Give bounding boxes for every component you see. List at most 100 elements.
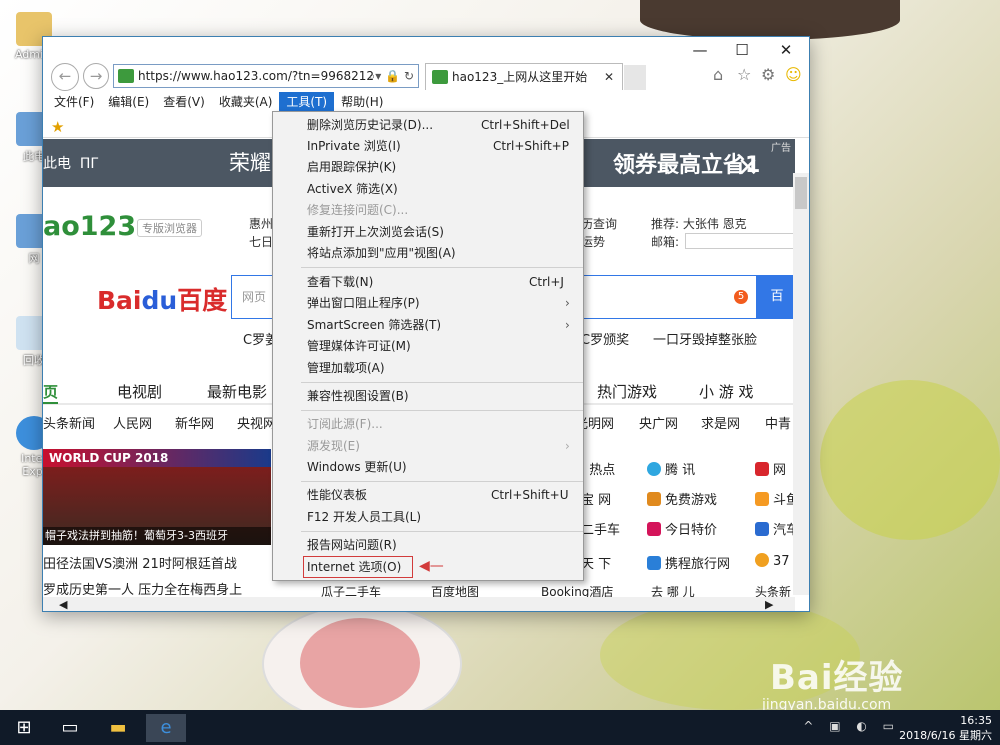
right-list-item[interactable]: 37 (755, 553, 790, 569)
right-list-item[interactable]: 斗鱼 (755, 489, 795, 508)
menu-item-inprivate[interactable]: InPrivate 浏览(I) (307, 136, 401, 156)
search-icon[interactable]: ⌕▾ (369, 69, 382, 83)
mailbox-input[interactable] (685, 233, 795, 249)
news-item[interactable]: 罗成历史第一人 压力全在梅西身上 (43, 579, 242, 597)
vertical-scrollbar[interactable] (793, 173, 809, 595)
search-badge: 5 (734, 290, 748, 304)
clock[interactable]: 16:35 2018/6/16 星期六 (899, 713, 992, 743)
maximize-button[interactable]: ☐ (727, 39, 757, 61)
system-tray[interactable]: ^ ▣ ◐ ▭ (803, 719, 900, 733)
menu-item-f12-devtools[interactable]: F12 开发人员工具(L) (307, 507, 421, 527)
search-button[interactable]: 百 (757, 275, 795, 319)
new-tab-button[interactable] (624, 65, 646, 90)
right-list-item[interactable]: 携程旅行网 (647, 553, 730, 572)
lock-icon[interactable]: 🔒 (385, 69, 400, 83)
right-list-item[interactable]: 网 (755, 459, 786, 478)
right-list-item[interactable]: 二手车 (581, 519, 620, 538)
tab-movie[interactable]: 最新电影 (207, 381, 267, 402)
bottom-link[interactable]: 去 哪 儿 (651, 583, 695, 597)
bottom-link[interactable]: Booking酒店 (541, 583, 613, 597)
title-bar[interactable]: — ☐ ✕ (43, 37, 809, 63)
forward-button[interactable]: → (83, 63, 109, 89)
menu-item-add-to-apps[interactable]: 将站点添加到"应用"视图(A) (307, 243, 456, 263)
menu-item-report-problem[interactable]: 报告网站问题(R) (307, 535, 397, 555)
submenu-arrow-icon: › (565, 439, 570, 453)
link-xinhua[interactable]: 新华网 (175, 413, 214, 432)
menu-item-view-downloads[interactable]: 查看下载(N) (307, 272, 373, 292)
gear-icon[interactable]: ⚙ (761, 65, 775, 84)
right-info[interactable]: 历查询 运势 (581, 215, 617, 251)
link-qstheory[interactable]: 求是网 (701, 413, 740, 432)
horizontal-scrollbar[interactable]: ◀ ▶ (43, 597, 795, 611)
link-people[interactable]: 人民网 (113, 413, 152, 432)
menu-item-activex[interactable]: ActiveX 筛选(X) (307, 179, 398, 199)
back-button[interactable]: ← (51, 63, 79, 91)
menu-help[interactable]: 帮助(H) (334, 92, 390, 112)
link-youth[interactable]: 中青 (765, 413, 791, 432)
link-cctv[interactable]: 央视网 (237, 413, 276, 432)
address-row: ← → https://www.hao123.com/?tn=9968212 ⌕… (43, 61, 809, 91)
menu-view[interactable]: 查看(V) (156, 92, 212, 112)
menu-item-reopen-session[interactable]: 重新打开上次浏览会话(S) (307, 222, 444, 242)
menu-item-compat-view[interactable]: 兼容性视图设置(B) (307, 386, 409, 406)
hot-search-3[interactable]: 一口牙毁掉整张脸 (653, 329, 757, 348)
recommend-text[interactable]: 推荐: 大张伟 恩克 (651, 215, 747, 233)
link-cnr[interactable]: 央广网 (639, 413, 678, 432)
weather-city: 惠州 (249, 217, 274, 231)
task-view-button[interactable]: ▭ (50, 714, 90, 742)
scroll-right-icon[interactable]: ▶ (765, 598, 773, 611)
menu-tools[interactable]: 工具(T) (279, 92, 335, 112)
start-button[interactable]: ⊞ (4, 714, 44, 742)
internet-explorer-taskbar-button[interactable]: e (146, 714, 186, 742)
menu-item-performance-dashboard[interactable]: 性能仪表板 (307, 485, 367, 505)
right-list-item[interactable]: 天 下 (581, 553, 611, 572)
smiley-icon[interactable]: ☺ (785, 65, 802, 84)
favorites-star-icon[interactable]: ☆ (737, 65, 751, 84)
menu-item-popup-blocker[interactable]: 弹出窗口阻止程序(P) (307, 293, 420, 313)
tab-tv[interactable]: 电视剧 (117, 381, 162, 402)
weather[interactable]: 惠州 七日 (249, 215, 273, 251)
ctrip-icon (647, 556, 661, 570)
tab-home[interactable]: 页 (43, 381, 59, 404)
file-explorer-button[interactable]: ▬ (98, 714, 138, 742)
right-list-item[interactable]: 腾 讯 (647, 459, 695, 478)
menu-separator (301, 481, 583, 482)
home-icon[interactable]: ⌂ (713, 65, 723, 84)
link-news[interactable]: 头条新闻 (43, 413, 95, 432)
tab-hao123[interactable]: hao123_上网从这里开始 ✕ (425, 63, 623, 90)
scroll-thumb[interactable] (795, 177, 807, 209)
right-list-item[interactable]: 免费游戏 (647, 489, 717, 508)
menu-item-tracking-protection[interactable]: 启用跟踪保护(K) (307, 157, 396, 177)
menu-item-smartscreen[interactable]: SmartScreen 筛选器(T) (307, 315, 441, 335)
hao123-logo[interactable]: ao123 (43, 211, 136, 242)
worldcup-image[interactable]: WORLD CUP 2018 帽子戏法拼到抽筋！葡萄牙3-3西班牙 (43, 449, 271, 545)
bottom-link[interactable]: 头条新 (755, 583, 791, 597)
menu-item-manage-addons[interactable]: 管理加载项(A) (307, 358, 385, 378)
right-list-item[interactable]: 今日特价 (647, 519, 717, 538)
right-list-item[interactable]: 汽车 (755, 519, 795, 538)
ad-close-icon[interactable]: ✕ (737, 153, 759, 183)
menu-item-media-licenses[interactable]: 管理媒体许可证(M) (307, 336, 411, 356)
baidu-logo[interactable]: Baidu百度 (97, 281, 227, 317)
add-favorite-icon[interactable]: ★ (51, 118, 64, 136)
right-list-item[interactable]: · 热点 (581, 459, 615, 478)
right-list-item[interactable]: 宝 网 (581, 489, 611, 508)
news-item[interactable]: 田径法国VS澳洲 21时阿根廷首战 (43, 553, 237, 572)
scroll-left-icon[interactable]: ◀ (59, 598, 67, 611)
menu-favorites[interactable]: 收藏夹(A) (212, 92, 280, 112)
tab-games[interactable]: 热门游戏 (597, 381, 657, 402)
bottom-link[interactable]: 瓜子二手车 (321, 583, 381, 597)
hot-search-2[interactable]: C罗颁奖 (581, 329, 629, 348)
close-button[interactable]: ✕ (771, 39, 801, 61)
menu-shortcut: Ctrl+J (529, 275, 564, 289)
refresh-icon[interactable]: ↻ (404, 69, 414, 83)
address-bar[interactable]: https://www.hao123.com/?tn=9968212 ⌕▾ 🔒 … (113, 64, 419, 88)
minimize-button[interactable]: — (685, 39, 715, 61)
menu-item-delete-history[interactable]: 删除浏览历史记录(D)... (307, 115, 433, 135)
tab-mini-games[interactable]: 小 游 戏 (699, 381, 754, 402)
menu-edit[interactable]: 编辑(E) (101, 92, 156, 112)
menu-file[interactable]: 文件(F) (47, 92, 101, 112)
tab-close-icon[interactable]: ✕ (604, 64, 614, 90)
menu-item-windows-update[interactable]: Windows 更新(U) (307, 457, 407, 477)
bottom-link[interactable]: 百度地图 (431, 583, 479, 597)
